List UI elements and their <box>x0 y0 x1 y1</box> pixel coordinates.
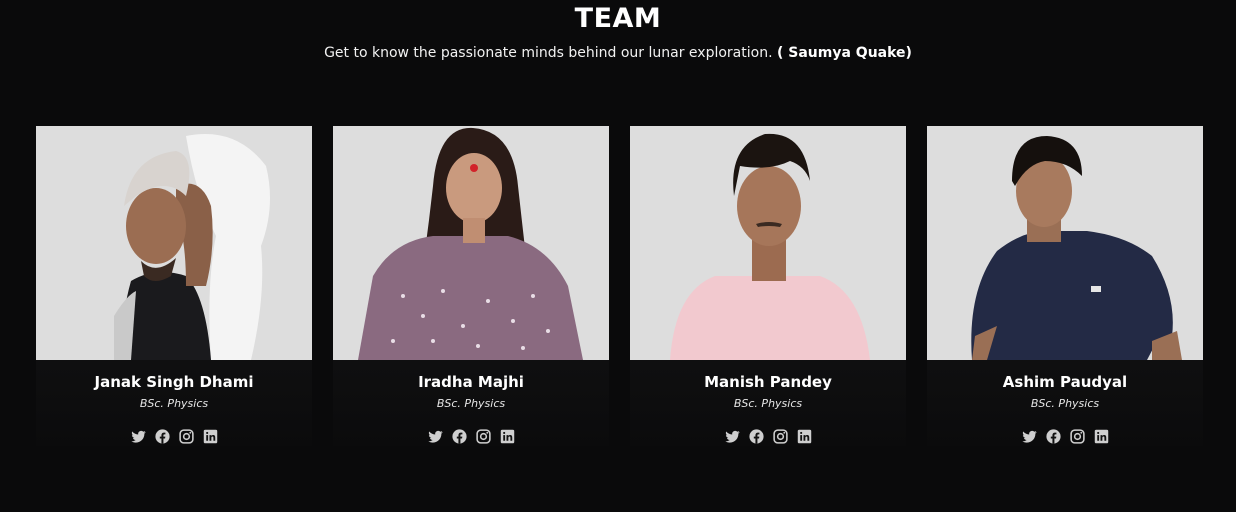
linkedin-icon[interactable] <box>796 428 813 445</box>
twitter-icon[interactable] <box>130 428 147 445</box>
member-degree: BSc. Physics <box>1030 397 1100 410</box>
team-card: Iradha Majhi BSc. Physics <box>333 126 609 446</box>
linkedin-icon[interactable] <box>202 428 219 445</box>
team-card: Janak Singh Dhami BSc. Physics <box>36 126 312 446</box>
section-subtitle: Get to know the passionate minds behind … <box>0 43 1236 63</box>
twitter-icon[interactable] <box>1021 428 1038 445</box>
member-name: Manish Pandey <box>704 373 832 391</box>
member-photo <box>630 126 906 360</box>
social-links <box>927 428 1203 445</box>
member-name: Iradha Majhi <box>418 373 524 391</box>
member-photo <box>927 126 1203 360</box>
facebook-icon[interactable] <box>154 428 171 445</box>
subtitle-credit: ( Saumya Quake) <box>776 45 912 61</box>
team-card: Manish Pandey BSc. Physics <box>630 126 906 446</box>
subtitle-text: Get to know the passionate minds behind … <box>324 45 773 61</box>
member-name: Janak Singh Dhami <box>94 373 254 391</box>
social-links <box>630 428 906 445</box>
social-links <box>36 428 312 445</box>
member-photo <box>36 126 312 360</box>
facebook-icon[interactable] <box>1045 428 1062 445</box>
instagram-icon[interactable] <box>1069 428 1086 445</box>
team-section: TEAM Get to know the passionate minds be… <box>0 0 1236 512</box>
social-links <box>333 428 609 445</box>
linkedin-icon[interactable] <box>1093 428 1110 445</box>
member-degree: BSc. Physics <box>139 397 209 410</box>
member-name: Ashim Paudyal <box>1002 373 1128 391</box>
instagram-icon[interactable] <box>178 428 195 445</box>
twitter-icon[interactable] <box>724 428 741 445</box>
facebook-icon[interactable] <box>748 428 765 445</box>
instagram-icon[interactable] <box>475 428 492 445</box>
member-degree: BSc. Physics <box>436 397 506 410</box>
twitter-icon[interactable] <box>427 428 444 445</box>
facebook-icon[interactable] <box>451 428 468 445</box>
instagram-icon[interactable] <box>772 428 789 445</box>
member-photo <box>333 126 609 360</box>
member-degree: BSc. Physics <box>733 397 803 410</box>
section-title: TEAM <box>574 3 662 34</box>
team-card: Ashim Paudyal BSc. Physics <box>927 126 1203 446</box>
linkedin-icon[interactable] <box>499 428 516 445</box>
